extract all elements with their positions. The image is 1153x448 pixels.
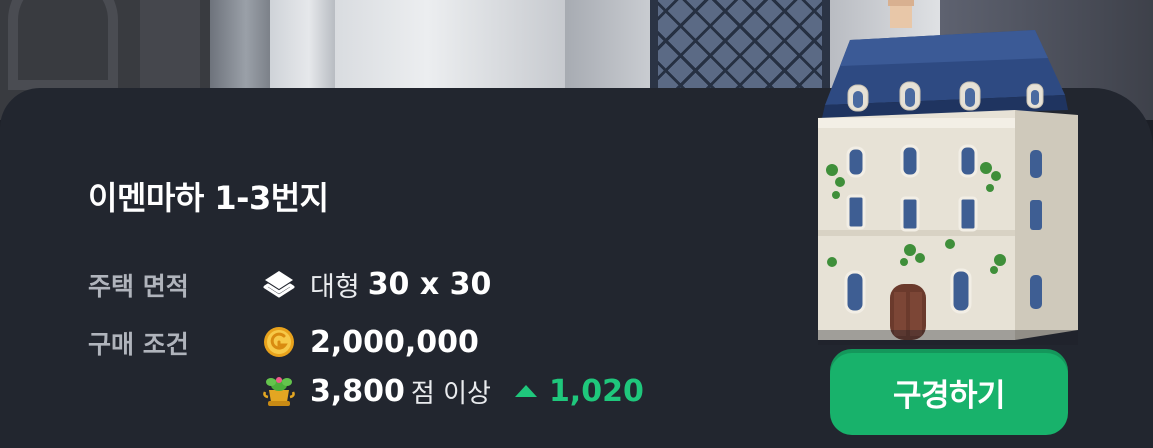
triangle-up-icon bbox=[514, 385, 537, 397]
score-delta-value: 1,020 bbox=[548, 373, 644, 409]
house-illustration bbox=[810, 0, 1085, 345]
trophy-plant-icon bbox=[260, 372, 298, 410]
score-suffix: 점 이상 bbox=[410, 378, 491, 409]
score-required: 3,800 bbox=[310, 373, 405, 409]
dimensions: 30 x 30 bbox=[367, 267, 492, 302]
visit-house-button[interactable]: 구경하기 bbox=[830, 349, 1068, 435]
size-class: 대형 bbox=[310, 272, 360, 303]
gold-price: 2,000,000 bbox=[310, 324, 479, 360]
score-delta: 1,020 bbox=[514, 373, 644, 409]
score-row: 3,800 점 이상 1,020 bbox=[260, 372, 644, 410]
condition-label: 구매 조건 bbox=[88, 330, 189, 359]
wall-arch bbox=[8, 0, 118, 90]
house-title: 이멘마하 1-3번지 bbox=[88, 179, 329, 217]
gold-price-row: 2,000,000 bbox=[260, 323, 479, 361]
area-label: 주택 면적 bbox=[88, 272, 189, 301]
layers-icon bbox=[260, 266, 298, 304]
visit-house-label: 구경하기 bbox=[892, 377, 1006, 414]
gold-coin-icon bbox=[260, 323, 298, 361]
area-value: 대형 30 x 30 bbox=[260, 265, 491, 304]
